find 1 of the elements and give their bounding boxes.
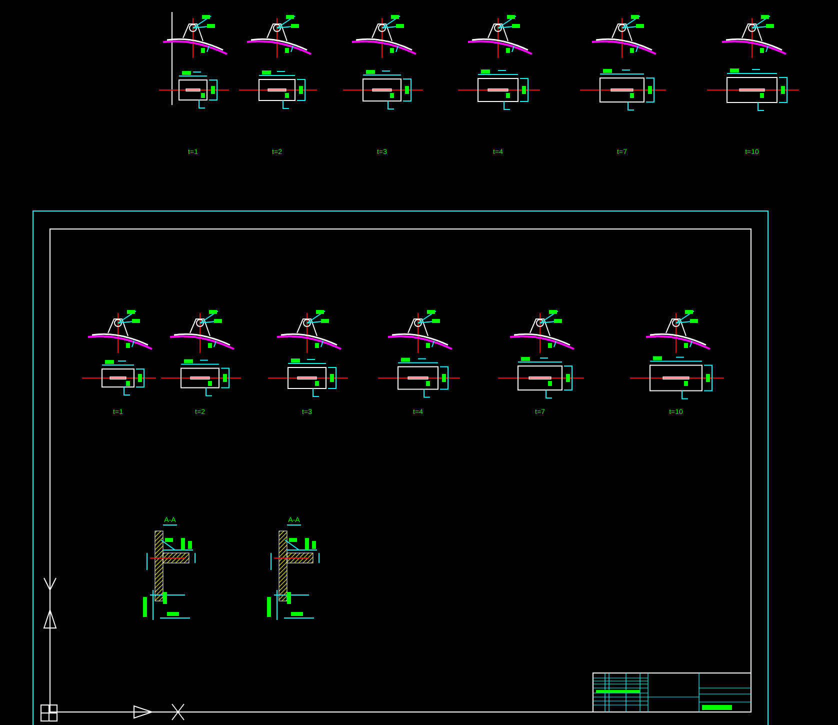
ucs-axes-icon (40, 578, 200, 722)
